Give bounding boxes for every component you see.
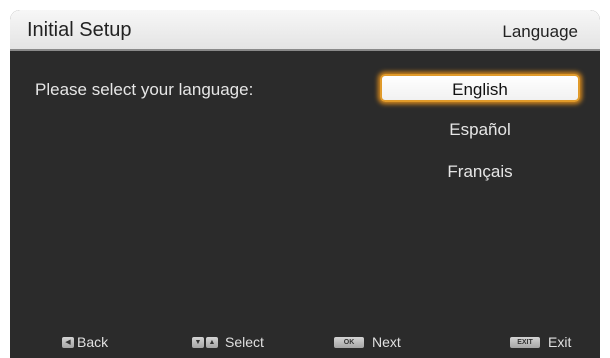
select-label: Select — [225, 334, 264, 350]
setup-screen: Initial Setup Language Please select you… — [10, 10, 600, 358]
up-arrow-key-icon: ▲ — [206, 336, 218, 348]
down-arrow-key-icon: ▼ — [192, 336, 204, 348]
language-option-francais[interactable]: Français — [380, 158, 580, 186]
section-title: Language — [502, 22, 578, 41]
exit-label: Exit — [548, 334, 572, 350]
left-arrow-key-icon: ◀ — [62, 336, 74, 348]
exit-key-icon: EXIT — [510, 336, 540, 348]
next-hint[interactable]: OK Next — [334, 334, 401, 350]
next-label: Next — [372, 334, 401, 350]
exit-hint[interactable]: EXIT Exit — [510, 334, 571, 350]
page-title: Initial Setup — [27, 19, 132, 41]
language-prompt: Please select your language: — [35, 80, 254, 99]
language-option-english[interactable]: English — [380, 74, 580, 102]
footer-hints: ◀ Back ▼ ▲ Select OK Next EXIT Exit — [10, 326, 600, 358]
language-option-espanol[interactable]: Español — [380, 116, 580, 144]
back-hint[interactable]: ◀ Back — [62, 334, 108, 350]
ok-key-icon: OK — [334, 336, 364, 348]
select-hint[interactable]: ▼ ▲ Select — [192, 334, 264, 350]
header-bar: Initial Setup Language — [10, 10, 600, 51]
back-label: Back — [77, 334, 109, 350]
